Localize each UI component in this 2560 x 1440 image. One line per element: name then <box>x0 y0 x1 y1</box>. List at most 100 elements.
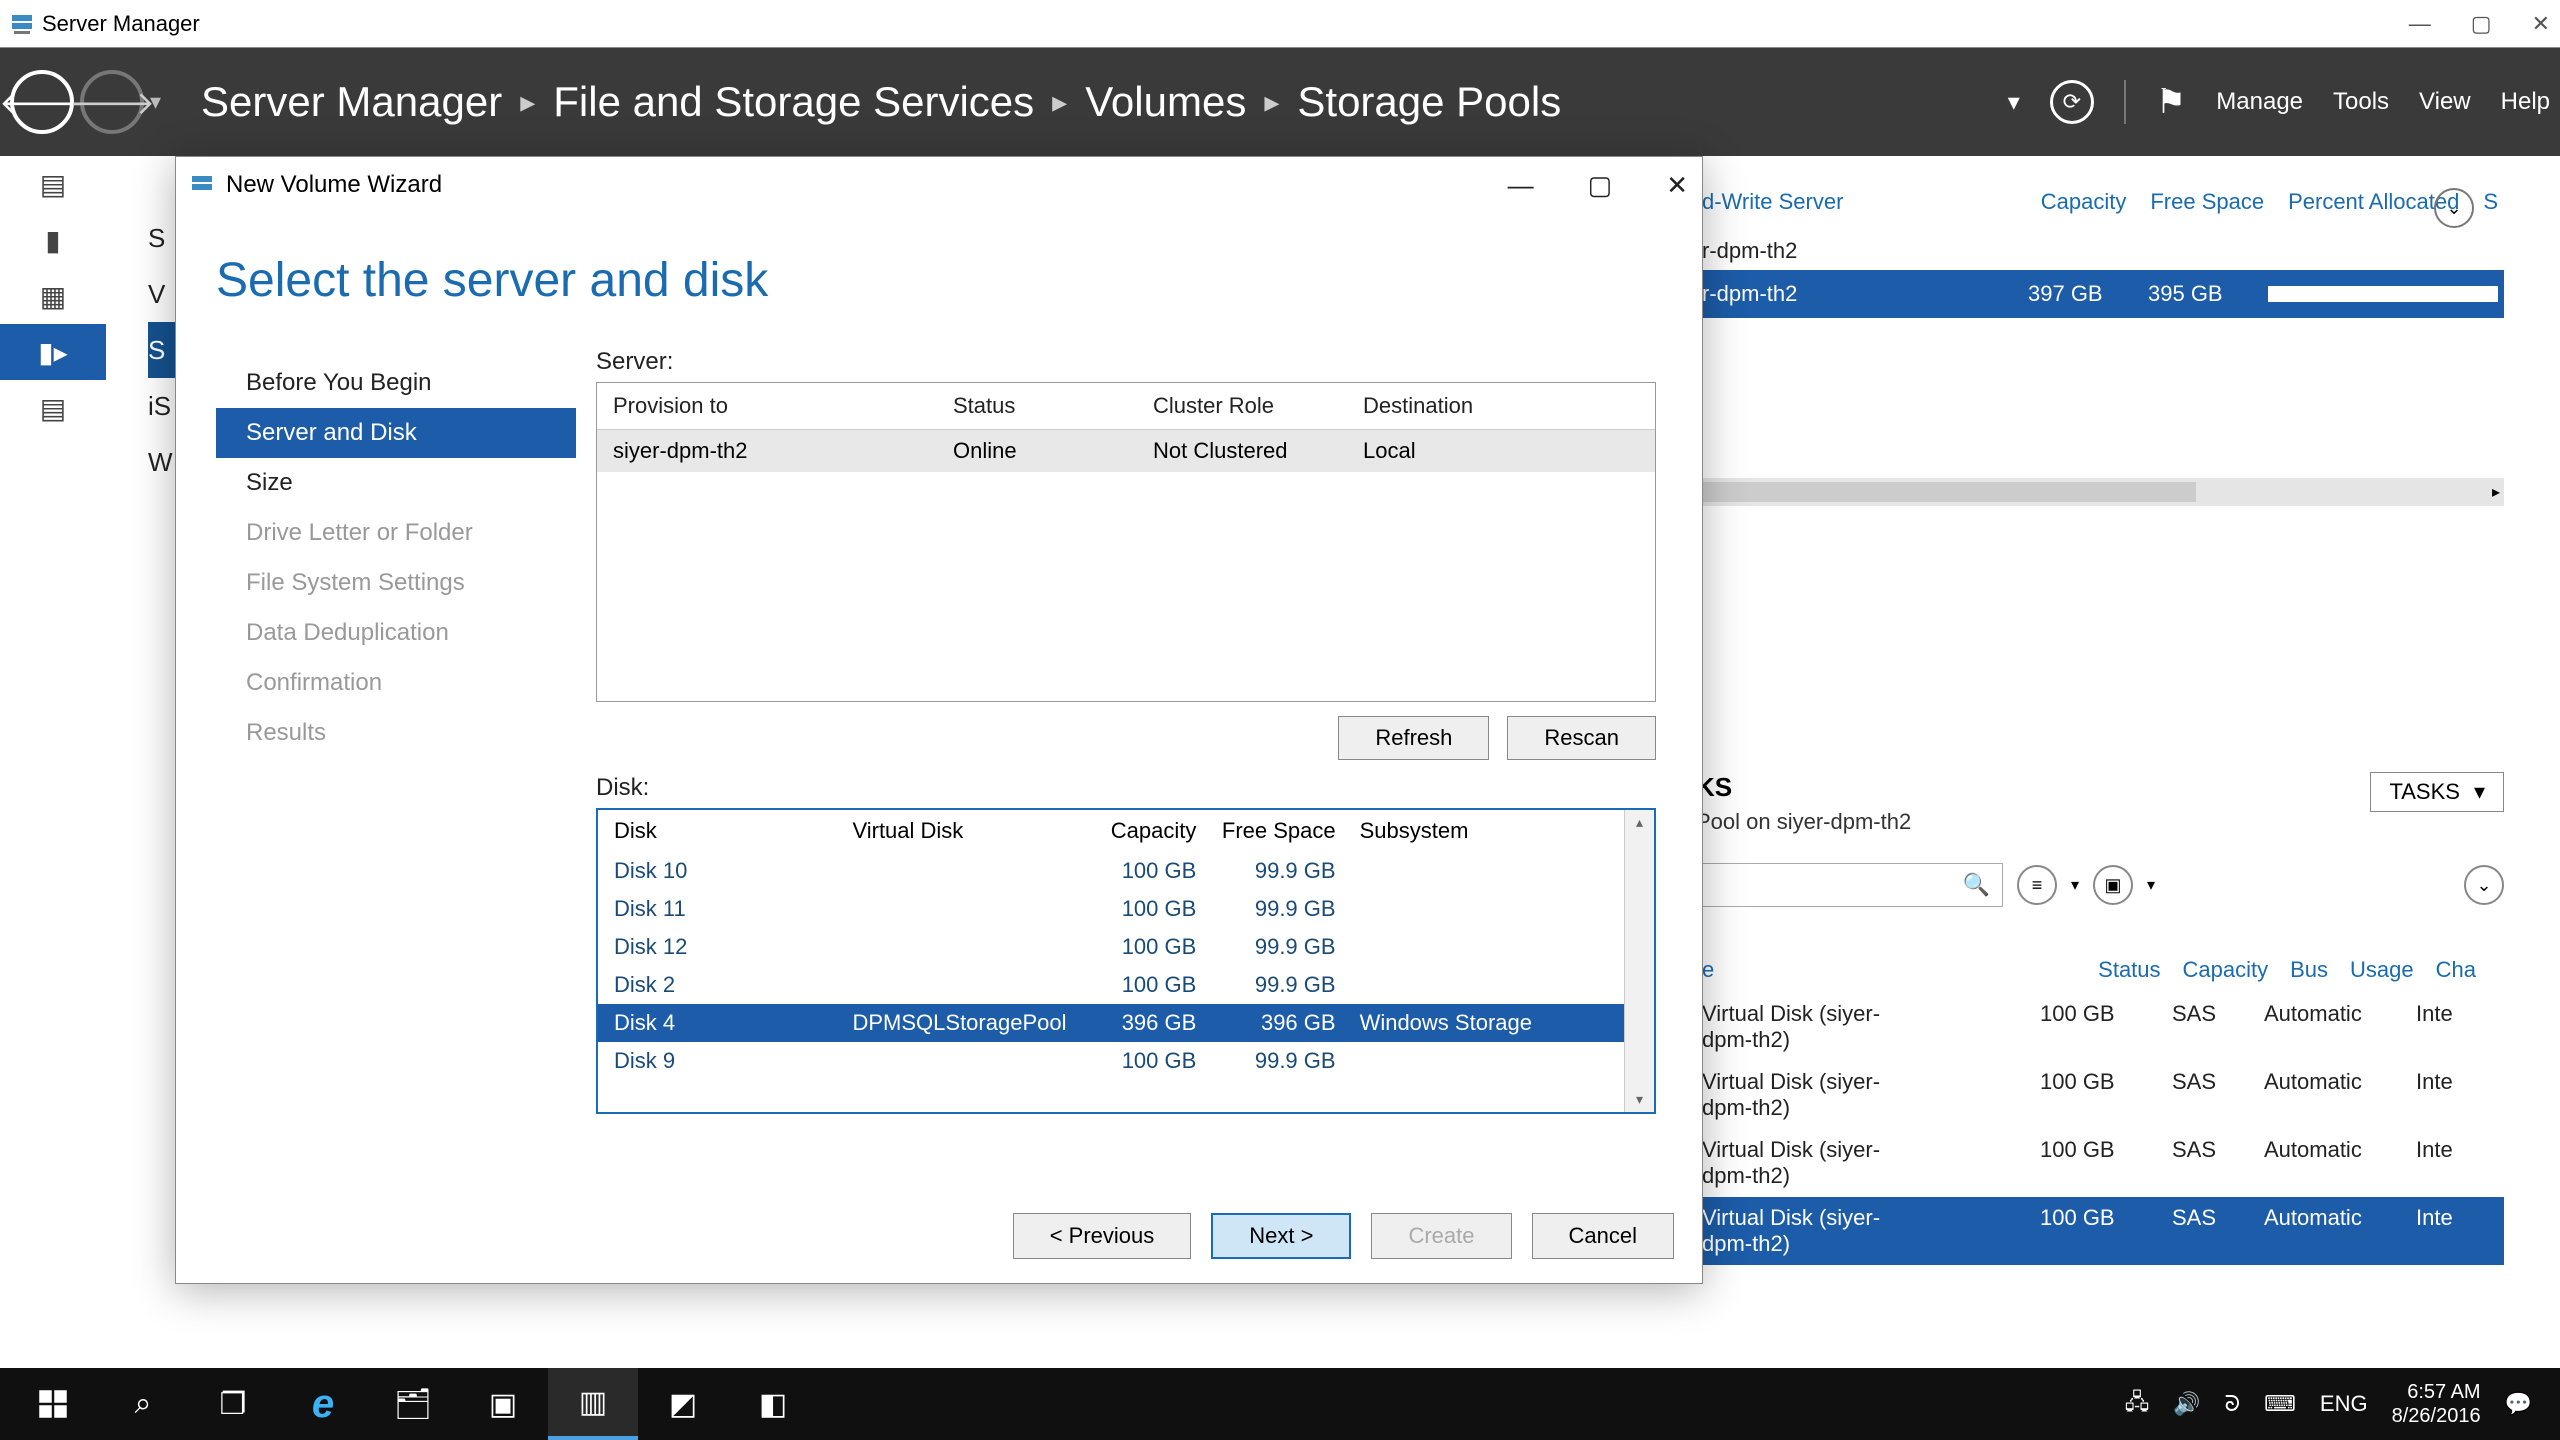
nav-back-button[interactable]: 🡐 <box>10 70 74 134</box>
expand-icon[interactable]: ⌄ <box>2464 865 2504 905</box>
col-ch[interactable]: Cha <box>2436 957 2476 983</box>
window-close-button[interactable]: ✕ <box>2532 11 2550 37</box>
wizard-step[interactable]: Server and Disk <box>216 408 576 458</box>
tray-notifications-icon[interactable]: 💬 <box>2505 1391 2532 1417</box>
refresh-icon[interactable]: ⟳ <box>2050 80 2094 124</box>
breadcrumb-dropdown[interactable]: ▾ <box>2008 88 2020 117</box>
col-free-space[interactable]: Free Space <box>1220 818 1359 844</box>
rail-dashboard-icon[interactable]: ▤ <box>0 156 106 212</box>
menu-manage[interactable]: Manage <box>2216 88 2303 116</box>
next-button[interactable]: Next > <box>1211 1213 1351 1259</box>
disk-row[interactable]: Disk 10100 GB99.9 GB <box>598 852 1624 890</box>
crumb-file-storage[interactable]: File and Storage Services <box>553 78 1034 126</box>
server-row[interactable]: siyer-dpm-th2 Online Not Clustered Local <box>597 430 1655 472</box>
tray-volume-icon[interactable]: 🔊 <box>2173 1391 2200 1417</box>
col-status[interactable]: Status <box>953 393 1153 419</box>
pool-row[interactable]: r-dpm-th2 <box>1696 232 2504 270</box>
app-icon-2[interactable]: ◧ <box>728 1368 818 1440</box>
col-rw-server[interactable]: d-Write Server <box>1702 189 2017 215</box>
tray-language[interactable]: ENG <box>2320 1391 2368 1417</box>
col-e[interactable]: e <box>1702 957 2076 983</box>
server-provision: siyer-dpm-th2 <box>613 438 953 464</box>
col-free-space[interactable]: Free Space <box>2150 189 2264 215</box>
disk-row[interactable]: Disk 9100 GB99.9 GB <box>598 1042 1624 1080</box>
wizard-minimize-button[interactable]: — <box>1508 170 1534 201</box>
wizard-step[interactable]: Data Deduplication <box>216 608 576 658</box>
horizontal-scrollbar[interactable]: ▸ <box>1696 478 2504 506</box>
virtual-disk-row[interactable]: Virtual Disk (siyer-dpm-th2)100 GBSASAut… <box>1696 993 2504 1061</box>
wizard-step[interactable]: Confirmation <box>216 658 576 708</box>
app-icon-1[interactable]: ◩ <box>638 1368 728 1440</box>
wizard-step[interactable]: File System Settings <box>216 558 576 608</box>
rail-other-icon[interactable]: ▤ <box>0 380 106 436</box>
window-minimize-button[interactable]: — <box>2409 11 2431 37</box>
tray-clock[interactable]: 6:57 AM 8/26/2016 <box>2392 1380 2481 1428</box>
tray-network-icon[interactable]: 🖧 <box>2125 1385 2150 1423</box>
wizard-maximize-button[interactable]: ▢ <box>1588 170 1613 201</box>
disk-row[interactable]: Disk 2100 GB99.9 GB <box>598 966 1624 1004</box>
search-icon[interactable]: ⌕ <box>98 1368 188 1440</box>
col-destination[interactable]: Destination <box>1363 393 1473 419</box>
col-cluster-role[interactable]: Cluster Role <box>1153 393 1363 419</box>
col-subsystem[interactable]: Subsystem <box>1360 818 1608 844</box>
pool-row-selected[interactable]: r-dpm-th2 397 GB 395 GB <box>1696 270 2504 318</box>
vd-search-input[interactable]: 🔍 <box>1696 863 2003 907</box>
disk-row[interactable]: Disk 12100 GB99.9 GB <box>598 928 1624 966</box>
create-button[interactable]: Create <box>1371 1213 1511 1259</box>
col-usage[interactable]: Usage <box>2350 957 2414 983</box>
menu-help[interactable]: Help <box>2501 88 2550 116</box>
previous-button[interactable]: < Previous <box>1013 1213 1192 1259</box>
crumb-storage-pools[interactable]: Storage Pools <box>1297 78 1561 126</box>
left-rail: ▤ ▮ ▦ ▮▸ ▤ <box>0 156 106 436</box>
virtual-disk-row[interactable]: Virtual Disk (siyer-dpm-th2)100 GBSASAut… <box>1696 1197 2504 1265</box>
menu-tools[interactable]: Tools <box>2333 88 2389 116</box>
wizard-step[interactable]: Before You Begin <box>216 358 576 408</box>
disk-row[interactable]: Disk 11100 GB99.9 GB <box>598 890 1624 928</box>
crumb-volumes[interactable]: Volumes <box>1085 78 1246 126</box>
tray-access-icon[interactable]: ᘐ <box>2225 1391 2241 1417</box>
save-query-icon[interactable]: ▣ <box>2093 865 2133 905</box>
virtual-disk-row[interactable]: Virtual Disk (siyer-dpm-th2)100 GBSASAut… <box>1696 1129 2504 1197</box>
filter-icon[interactable]: ≡ <box>2017 865 2057 905</box>
rail-local-server-icon[interactable]: ▮ <box>0 212 106 268</box>
col-bus[interactable]: Bus <box>2290 957 2328 983</box>
col-capacity[interactable]: Capacity <box>1111 818 1221 844</box>
virtual-disk-row[interactable]: Virtual Disk (siyer-dpm-th2)100 GBSASAut… <box>1696 1061 2504 1129</box>
col-s[interactable]: S <box>2483 189 2498 215</box>
col-provision-to[interactable]: Provision to <box>613 393 953 419</box>
task-view-icon[interactable]: ❐ <box>188 1368 278 1440</box>
col-status[interactable]: Status <box>2098 957 2160 983</box>
cancel-button[interactable]: Cancel <box>1532 1213 1674 1259</box>
wizard-close-button[interactable]: ✕ <box>1666 170 1688 201</box>
pool-cap: 397 GB <box>2028 281 2148 307</box>
refresh-button[interactable]: Refresh <box>1338 716 1489 760</box>
tray-keyboard-icon[interactable]: ⌨ <box>2264 1391 2296 1417</box>
col-disk[interactable]: Disk <box>614 818 852 844</box>
wizard-step[interactable]: Results <box>216 708 576 758</box>
ie-icon[interactable]: e <box>278 1368 368 1440</box>
rescan-button[interactable]: Rescan <box>1507 716 1656 760</box>
cmd-icon[interactable]: ▣ <box>458 1368 548 1440</box>
flag-icon[interactable]: ⚑ <box>2156 82 2186 122</box>
disk-scrollbar[interactable]: ▴▾ <box>1624 810 1654 1112</box>
disk-label: Disk: <box>596 774 1682 802</box>
rail-all-servers-icon[interactable]: ▦ <box>0 268 106 324</box>
tasks-dropdown[interactable]: TASKS▾ <box>2370 772 2504 812</box>
wizard-step[interactable]: Drive Letter or Folder <box>216 508 576 558</box>
wizard-step[interactable]: Size <box>216 458 576 508</box>
rail-file-storage-icon[interactable]: ▮▸ <box>0 324 106 380</box>
nav-forward-button[interactable]: 🡒 <box>80 70 144 134</box>
col-capacity[interactable]: Capacity <box>2041 189 2127 215</box>
window-maximize-button[interactable]: ▢ <box>2471 11 2492 37</box>
window-title: Server Manager <box>42 11 200 37</box>
menu-view[interactable]: View <box>2419 88 2471 116</box>
col-virtual-disk[interactable]: Virtual Disk <box>852 818 1110 844</box>
nav-history-dropdown[interactable]: ▾ <box>150 89 161 115</box>
explorer-icon[interactable]: 🗂 <box>368 1368 458 1440</box>
disk-row[interactable]: Disk 4DPMSQLStoragePool396 GB396 GBWindo… <box>598 1004 1624 1042</box>
col-capacity[interactable]: Capacity <box>2183 957 2269 983</box>
server-manager-taskbar-icon[interactable]: ▥ <box>548 1368 638 1440</box>
panel-expand-icon[interactable]: ⌄ <box>2434 188 2474 228</box>
start-button[interactable] <box>8 1368 98 1440</box>
crumb-server-manager[interactable]: Server Manager <box>201 78 502 126</box>
